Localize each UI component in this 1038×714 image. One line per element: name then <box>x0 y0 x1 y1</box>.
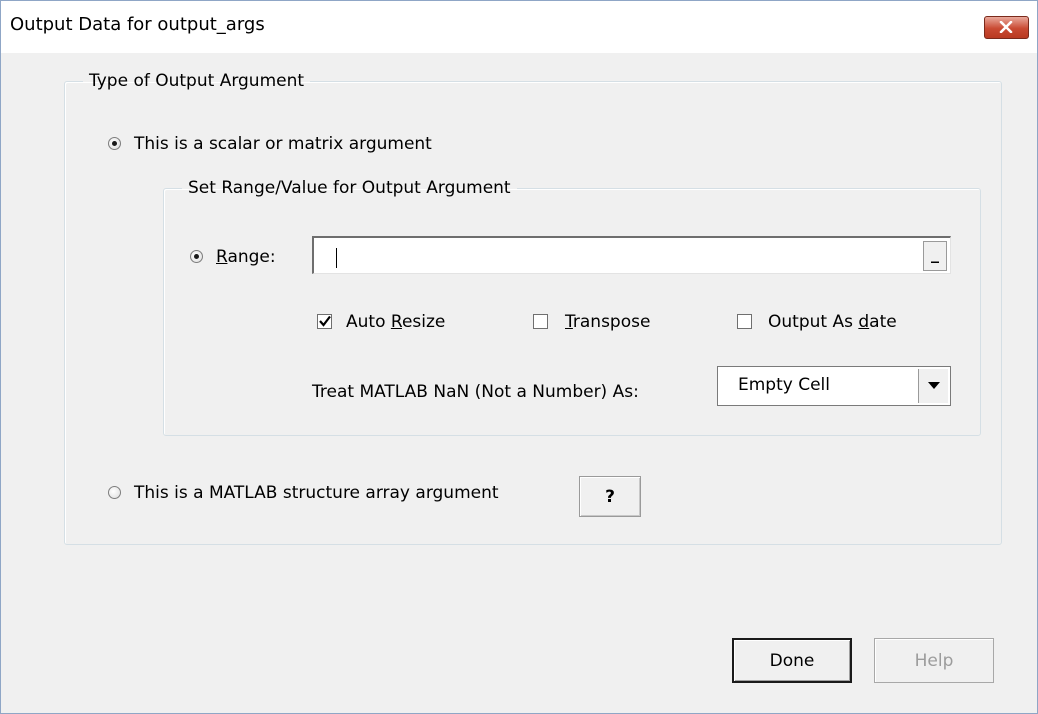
range-radio[interactable] <box>190 250 203 263</box>
title-bar[interactable]: Output Data for output_args <box>1 1 1037 53</box>
text-caret <box>336 248 337 268</box>
nan-treatment-value: Empty Cell <box>738 375 830 395</box>
dialog-body: Type of Output Argument This is a scalar… <box>1 53 1037 713</box>
structure-help-button[interactable]: ? <box>579 476 641 517</box>
checkmark-icon <box>319 315 331 327</box>
range-label[interactable]: Range: <box>216 247 276 267</box>
dialog-window: Output Data for output_args Type of Outp… <box>0 0 1038 714</box>
radio-selected-dot <box>112 141 117 146</box>
transpose-label[interactable]: Transpose <box>565 312 650 332</box>
window-title: Output Data for output_args <box>10 14 265 35</box>
chevron-down-icon <box>928 382 940 389</box>
scalar-matrix-radio[interactable] <box>108 137 121 150</box>
scalar-matrix-label[interactable]: This is a scalar or matrix argument <box>134 134 432 154</box>
radio-selected-dot <box>194 254 199 259</box>
structure-array-radio[interactable] <box>108 486 121 499</box>
done-button[interactable]: Done <box>732 638 852 683</box>
transpose-checkbox[interactable] <box>533 314 548 329</box>
range-input[interactable]: _ <box>312 236 951 274</box>
close-icon <box>999 21 1013 33</box>
close-button[interactable] <box>984 16 1029 39</box>
range-value-legend: Set Range/Value for Output Argument <box>188 178 511 198</box>
nan-treatment-select[interactable]: Empty Cell <box>717 366 951 406</box>
dropdown-arrow-button[interactable] <box>918 369 948 403</box>
output-as-date-label[interactable]: Output As date <box>768 312 897 332</box>
nan-treatment-label: Treat MATLAB NaN (Not a Number) As: <box>312 382 639 402</box>
structure-array-label[interactable]: This is a MATLAB structure array argumen… <box>134 483 499 503</box>
output-as-date-checkbox[interactable] <box>737 314 752 329</box>
range-select-button[interactable]: _ <box>923 241 947 271</box>
help-button[interactable]: Help <box>874 638 994 683</box>
type-of-output-legend: Type of Output Argument <box>89 71 305 91</box>
auto-resize-label[interactable]: Auto Resize <box>346 312 445 332</box>
auto-resize-checkbox[interactable] <box>317 314 332 329</box>
